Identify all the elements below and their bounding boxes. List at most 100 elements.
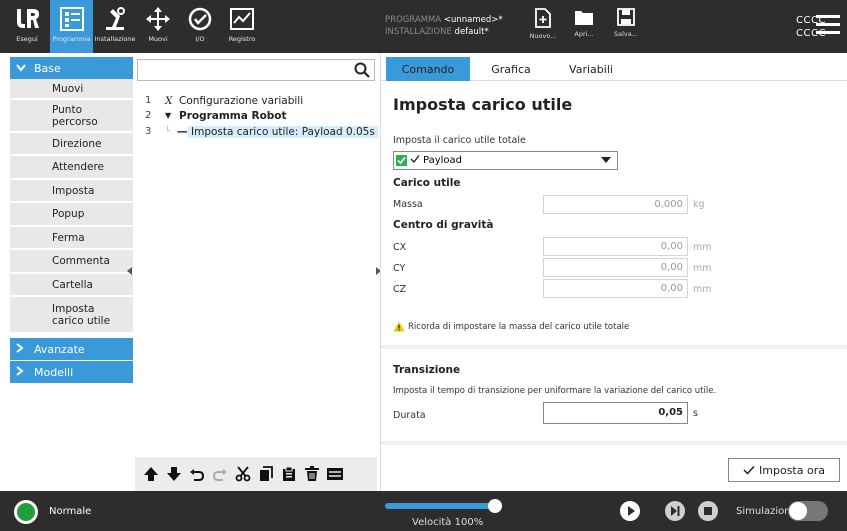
stop-button[interactable] [698,501,718,521]
program-nodes-sidebar: Base Muovi Punto percorso Direzione Atte… [0,53,135,491]
cz-field[interactable]: 0,00 [543,279,688,298]
tab-io[interactable]: I/O [180,0,220,53]
tree-node-label: Configurazione variabili [179,94,304,107]
tab-graphics[interactable]: Grafica [473,57,549,81]
tab-log[interactable]: Registro [222,0,262,53]
cy-field[interactable]: 0,00 [543,258,688,277]
nav-item-label: Cartella [52,278,93,291]
tab-installation-label: Installazione [94,35,136,43]
collapse-left-handle-icon[interactable] [127,267,135,277]
program-meta: PROGRAMMA <unnamed>* INSTALLAZIONE defau… [385,14,503,38]
stop-icon [704,507,712,515]
nav-item-direction[interactable]: Direzione [10,133,133,155]
hamburger-menu-icon[interactable] [816,15,840,35]
cx-field[interactable]: 0,00 [543,237,688,256]
paste-icon[interactable] [279,464,299,484]
chevron-right-icon [16,365,28,379]
cz-label: CZ [393,284,407,295]
new-button-label: Nuovo... [529,32,557,40]
tree-node-variables-setup[interactable]: 1 X Configurazione variabili [145,93,303,108]
nav-item-set-payload[interactable]: Imposta carico utile [10,297,133,333]
program-icon [59,7,84,31]
search-icon[interactable] [354,62,370,78]
installation-icon [106,7,125,30]
nav-item-label: Imposta [52,184,95,197]
programma-label: PROGRAMMA [385,15,442,25]
nav-item-set[interactable]: Imposta [10,180,133,202]
nav-item-label: Commenta [52,255,110,267]
nav-item-move[interactable]: Muovi [10,79,133,99]
nav-item-halt[interactable]: Ferma [10,227,133,249]
copy-icon[interactable] [256,464,276,484]
installazione-value: default* [454,27,489,37]
expand-triangle-icon[interactable]: ▼ [165,111,179,120]
speed-slider-handle[interactable] [488,499,502,513]
tab-move[interactable]: Muovi [139,0,177,53]
tab-variables[interactable]: Variabili [551,57,631,81]
set-now-button[interactable]: Imposta ora [728,458,840,482]
page-title: Imposta carico utile [393,95,573,114]
payload-select[interactable]: Payload [393,151,618,170]
speed-slider[interactable] [385,503,495,509]
undo-icon[interactable] [187,464,207,484]
step-button[interactable] [665,501,685,521]
nav-item-folder[interactable]: Cartella [10,274,133,296]
save-icon [617,8,635,26]
tree-node-robot-program[interactable]: 2 ▼ Programma Robot [145,108,287,123]
tab-io-label: I/O [195,35,205,43]
nav-section-templates[interactable]: Modelli [10,361,133,383]
tree-node-set-payload[interactable]: 3 └ — Imposta carico utile: Payload 0.05… [145,124,378,139]
new-button[interactable]: Nuovo... [525,8,561,40]
tree-search-input[interactable] [137,59,375,81]
move-down-icon[interactable] [164,464,184,484]
nav-item-wait[interactable]: Attendere [10,156,133,179]
duration-field[interactable]: 0,05 [543,402,688,424]
set-now-label: Imposta ora [759,463,825,477]
nav-item-popup[interactable]: Popup [10,203,133,226]
duration-label: Durata [393,410,426,421]
nav-item-label: Popup [52,208,85,220]
nav-section-templates-label: Modelli [34,365,74,379]
check-icon [410,154,420,167]
redo-icon[interactable] [210,464,230,484]
check-icon [743,465,755,475]
tab-log-label: Registro [228,35,256,43]
tab-installation[interactable]: Installazione [93,0,137,53]
tab-run[interactable]: Esegui [4,0,50,53]
app-window: Esegui Programma Installazione Muovi I/O… [0,0,847,531]
nav-item-waypoint[interactable]: Punto percorso [10,100,133,132]
tab-command[interactable]: Comando [386,57,470,81]
payload-select-value: Payload [423,155,462,166]
tree-line-number: 3 [145,126,152,137]
cut-icon[interactable] [233,464,253,484]
tree-node-label: Imposta carico utile: Payload 0.05s [188,125,378,138]
robot-status-indicator-icon[interactable] [14,500,38,524]
tab-run-label: Esegui [16,35,38,43]
nav-section-advanced[interactable]: Avanzate [10,338,133,360]
simulation-toggle[interactable] [788,501,828,521]
tab-program-label: Programma [52,35,91,43]
panel-tabs: Comando Grafica Variabili [381,57,847,81]
chevron-down-icon [16,62,28,75]
nav-item-comment[interactable]: Commenta [10,250,133,273]
transition-heading: Transizione [393,364,461,376]
dropdown-arrow-icon [601,157,611,163]
section-divider [381,441,847,445]
delete-icon[interactable] [302,464,322,484]
move-up-icon[interactable] [141,464,161,484]
open-button[interactable]: Apri... [566,8,602,38]
tree-line-number: 1 [145,95,152,106]
tab-program[interactable]: Programma [50,0,93,53]
suppress-icon[interactable] [325,464,345,484]
cz-unit: mm [693,284,712,295]
mass-unit: kg [693,199,705,210]
nav-item-label: Direzione [52,137,102,150]
play-button[interactable] [620,501,640,521]
chevron-right-icon [16,342,28,356]
ur-logo-icon [17,9,39,28]
bottom-bar: Normale Velocità 100% Simulazione [0,491,847,531]
payload-heading: Carico utile [393,177,461,189]
mass-field[interactable]: 0,000 [543,195,688,214]
save-button[interactable]: Salva... [608,8,644,38]
nav-section-base[interactable]: Base [10,57,133,79]
